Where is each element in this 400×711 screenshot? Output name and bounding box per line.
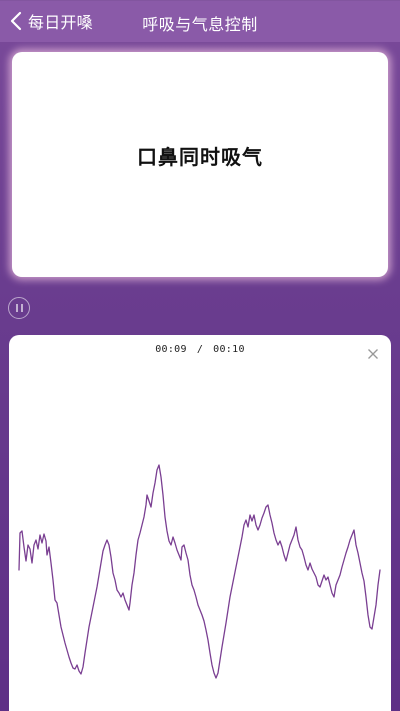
- pause-icon: [15, 304, 18, 312]
- waveform-line: [18, 464, 381, 679]
- instruction-text: 口鼻同时吸气: [137, 145, 263, 169]
- top-nav-bar: 每日开嗓 呼吸与气息控制: [0, 0, 400, 42]
- pause-button[interactable]: [8, 297, 30, 319]
- waveform-panel: 00:09/00:10: [9, 335, 391, 711]
- page-title: 呼吸与气息控制: [142, 15, 258, 34]
- breath-waveform: [18, 464, 381, 679]
- instruction-card: 口鼻同时吸气: [12, 52, 388, 277]
